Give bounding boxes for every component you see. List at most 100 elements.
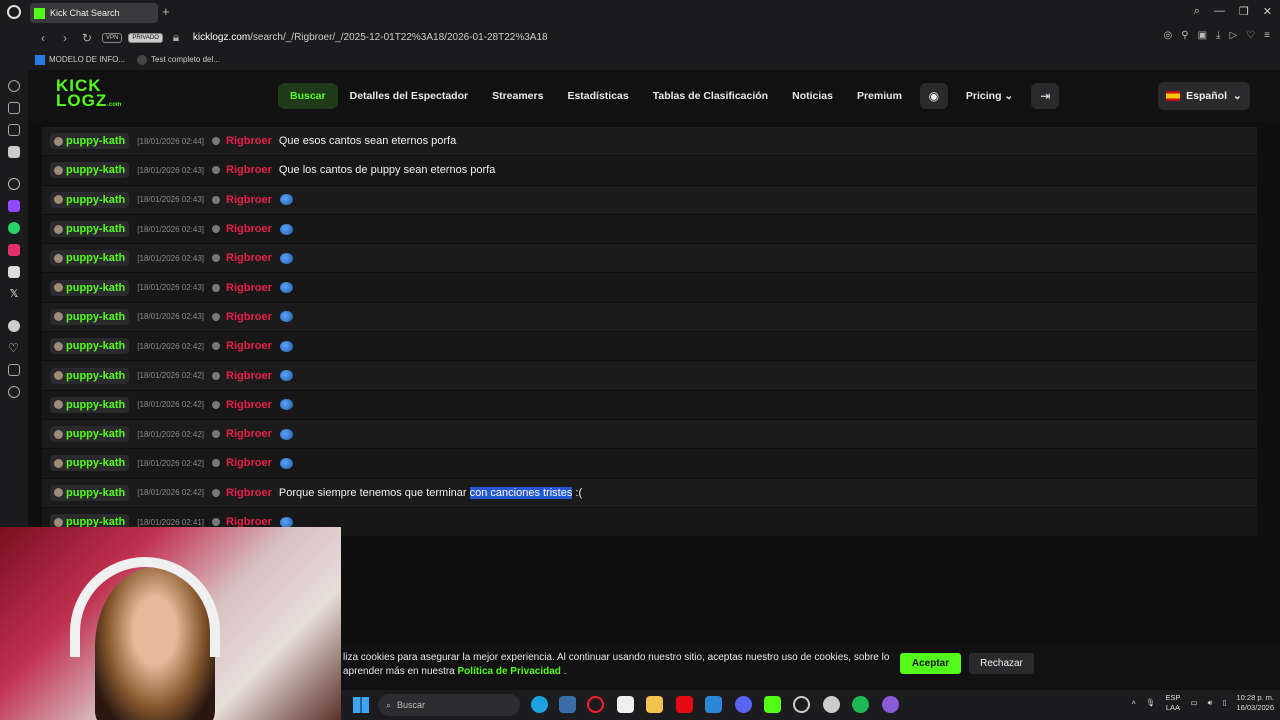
info-icon[interactable]	[212, 137, 221, 146]
heart-icon[interactable]: ♡	[1246, 30, 1255, 41]
info-icon[interactable]	[212, 459, 221, 468]
info-icon[interactable]	[212, 283, 221, 292]
bookmark-item[interactable]: MODELO DE INFO...	[35, 55, 125, 65]
language-selector[interactable]: Español ⌄	[1158, 82, 1250, 110]
vpn-badge[interactable]: VPN	[102, 32, 123, 43]
accept-cookies-button[interactable]: Aceptar	[900, 653, 961, 674]
target-username[interactable]: Rigbroer	[226, 370, 272, 382]
menu-icon[interactable]: ≡	[1264, 30, 1270, 41]
username-chip[interactable]: puppy-kath	[50, 221, 130, 238]
store-icon[interactable]	[705, 696, 722, 713]
nav-streamers[interactable]: Streamers	[480, 83, 555, 109]
discord-icon[interactable]: ◉	[919, 83, 948, 109]
info-icon[interactable]	[212, 312, 221, 321]
language-indicator[interactable]: ESP LAA	[1165, 693, 1180, 713]
browser-tab[interactable]: Kick Chat Search	[30, 3, 158, 23]
privacy-policy-link[interactable]: Política de Privacidad	[458, 666, 561, 677]
target-username[interactable]: Rigbroer	[226, 135, 272, 147]
search-tabs-icon[interactable]: ⌕	[1194, 5, 1200, 18]
close-window-icon[interactable]: ✕	[1263, 5, 1272, 18]
opera-icon[interactable]	[587, 696, 604, 713]
spotify-icon[interactable]	[852, 696, 869, 713]
target-username[interactable]: Rigbroer	[226, 311, 272, 323]
info-icon[interactable]	[212, 488, 221, 497]
username-chip[interactable]: puppy-kath	[50, 396, 130, 413]
forward-icon[interactable]: ›	[56, 31, 74, 45]
username-chip[interactable]: puppy-kath	[50, 162, 130, 179]
network-icon[interactable]: ▭	[1190, 698, 1197, 708]
nav-premium[interactable]: Premium	[845, 83, 914, 109]
target-username[interactable]: Rigbroer	[226, 457, 272, 469]
instagram-icon[interactable]	[8, 244, 20, 256]
file-explorer-icon[interactable]	[646, 696, 663, 713]
download-icon[interactable]: ⤓	[1216, 30, 1220, 41]
reload-icon[interactable]: ↻	[78, 31, 96, 45]
info-icon[interactable]	[212, 225, 221, 234]
target-username[interactable]: Rigbroer	[226, 487, 272, 499]
tiktok-icon[interactable]	[8, 266, 20, 278]
username-chip[interactable]: puppy-kath	[50, 133, 130, 150]
snapshot-icon[interactable]: ◎	[1164, 30, 1173, 41]
nav-noticias[interactable]: Noticias	[780, 83, 845, 109]
target-username[interactable]: Rigbroer	[226, 428, 272, 440]
bookmark-item[interactable]: Test completo del...	[137, 55, 220, 65]
info-icon[interactable]	[212, 254, 221, 263]
whatsapp-icon[interactable]	[8, 222, 20, 234]
username-chip[interactable]: puppy-kath	[50, 308, 130, 325]
workspace-icon[interactable]	[8, 102, 20, 114]
snipping-icon[interactable]	[617, 696, 634, 713]
restore-icon[interactable]: ❐	[1239, 5, 1249, 18]
username-chip[interactable]: puppy-kath	[50, 191, 130, 208]
info-icon[interactable]	[212, 371, 221, 380]
settings-icon[interactable]	[8, 386, 20, 398]
chevron-up-icon[interactable]: ˄	[1132, 698, 1136, 708]
nav-tablas-clasificacion[interactable]: Tablas de Clasificación	[641, 83, 780, 109]
opera-logo-icon[interactable]	[7, 5, 21, 19]
kick-app-icon[interactable]	[764, 696, 781, 713]
info-icon[interactable]	[212, 400, 221, 409]
username-chip[interactable]: puppy-kath	[50, 484, 130, 501]
username-chip[interactable]: puppy-kath	[50, 455, 130, 472]
username-chip[interactable]: puppy-kath	[50, 250, 130, 267]
nav-estadisticas[interactable]: Estadísticas	[555, 83, 640, 109]
new-tab-button[interactable]: +	[162, 4, 170, 19]
heart-icon[interactable]: ♡	[8, 342, 20, 354]
minimize-icon[interactable]: —	[1214, 5, 1225, 18]
target-username[interactable]: Rigbroer	[226, 223, 272, 235]
m-icon[interactable]	[8, 146, 20, 158]
obs-icon[interactable]	[793, 696, 810, 713]
play-icon[interactable]: ▷	[1229, 30, 1237, 41]
info-icon[interactable]	[212, 518, 221, 526]
target-username[interactable]: Rigbroer	[226, 282, 272, 294]
history-icon[interactable]	[8, 364, 20, 376]
info-icon[interactable]	[212, 342, 221, 351]
login-icon[interactable]: ⇥	[1031, 83, 1060, 109]
edge-icon[interactable]	[531, 696, 548, 713]
x-icon[interactable]: 𝕏	[8, 288, 20, 300]
microphone-icon[interactable]: 🎙︎	[1146, 698, 1156, 708]
username-chip[interactable]: puppy-kath	[50, 426, 130, 443]
twitch-icon[interactable]	[8, 200, 20, 212]
target-username[interactable]: Rigbroer	[226, 340, 272, 352]
lock-icon[interactable]: 🔒︎	[167, 30, 185, 45]
mail-icon[interactable]	[559, 696, 576, 713]
player-icon[interactable]	[8, 320, 20, 332]
reject-cookies-button[interactable]: Rechazar	[969, 653, 1034, 674]
aria-icon[interactable]	[8, 80, 20, 92]
back-icon[interactable]: ‹	[34, 31, 52, 45]
pricing-dropdown[interactable]: Pricing ⌄	[954, 83, 1025, 109]
chatgpt-icon[interactable]	[8, 178, 20, 190]
target-username[interactable]: Rigbroer	[226, 252, 272, 264]
username-chip[interactable]: puppy-kath	[50, 338, 130, 355]
twitch-app-icon[interactable]	[882, 696, 899, 713]
kicklogz-logo[interactable]: KICK LOGZ.com	[56, 77, 121, 113]
pin-icon[interactable]: ⚲	[1181, 30, 1188, 41]
clock[interactable]: 10:28 p. m. 16/03/2026	[1236, 693, 1274, 713]
battery-icon[interactable]: ▯	[1222, 698, 1226, 708]
info-icon[interactable]	[212, 166, 221, 175]
target-username[interactable]: Rigbroer	[226, 194, 272, 206]
url-field[interactable]: kicklogz.com/search/_/Rigbroer/_/2025-12…	[193, 32, 548, 43]
target-username[interactable]: Rigbroer	[226, 164, 272, 176]
gallery-icon[interactable]	[8, 124, 20, 136]
nav-buscar[interactable]: Buscar	[278, 83, 338, 109]
